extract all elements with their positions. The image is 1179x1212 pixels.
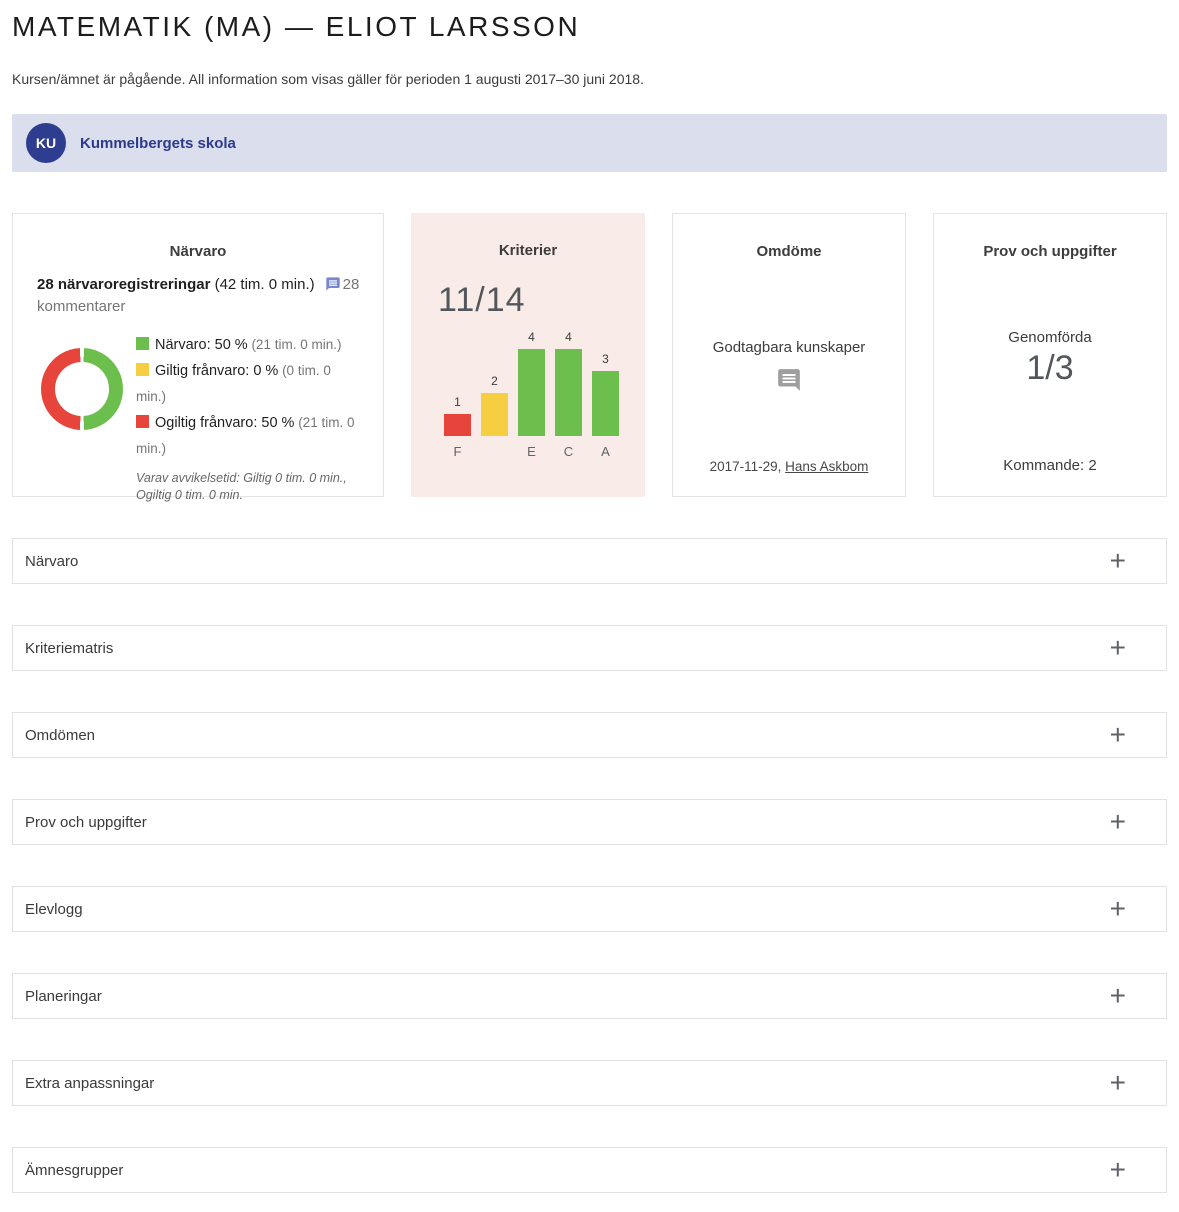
accordion-label: Extra anpassningar — [25, 1074, 155, 1092]
plus-icon[interactable]: + — [1110, 895, 1126, 923]
accordion-row-planeringar[interactable]: Planeringar + — [12, 973, 1167, 1019]
school-name: Kummelbergets skola — [80, 134, 236, 152]
assessment-comment-icon — [673, 367, 905, 398]
criteria-score: 11/14 — [438, 281, 526, 319]
card-assessment[interactable]: Omdöme Godtagbara kunskaper 2017-11-29, … — [672, 213, 906, 497]
bar-value: 4 — [565, 330, 572, 344]
comment-count-icon[interactable] — [315, 276, 343, 293]
plus-icon[interactable]: + — [1110, 1069, 1126, 1097]
criteria-bar — [481, 392, 508, 436]
accordion-row-kriteriematris[interactable]: Kriteriematris + — [12, 625, 1167, 671]
criteria-chart: 1 F 2 4 E 4 C 3 A — [411, 330, 645, 461]
bar-letter: E — [527, 444, 536, 459]
accordion: Närvaro + Kriteriematris + Omdömen + Pro… — [12, 538, 1167, 1193]
attendance-legend: Närvaro: 50 % (21 tim. 0 min.) Giltig fr… — [136, 332, 360, 504]
bar-value: 1 — [454, 395, 461, 410]
page-title: MATEMATIK (MA) — ELIOT LARSSON — [12, 11, 581, 42]
legend-swatch — [136, 415, 149, 428]
plus-icon[interactable]: + — [1110, 808, 1126, 836]
attendance-comments-label[interactable]: kommentarer — [37, 298, 125, 315]
accordion-row-amnesgrupper[interactable]: Ämnesgrupper + — [12, 1147, 1167, 1193]
tests-title: Prov och uppgifter — [983, 243, 1117, 260]
accordion-row-omdomen[interactable]: Omdömen + — [12, 712, 1167, 758]
summary-cards: Närvaro 28 närvaroregistreringar (42 tim… — [12, 213, 1167, 502]
bar-letter — [481, 436, 508, 461]
accordion-label: Kriteriematris — [25, 639, 114, 657]
accordion-label: Närvaro — [25, 552, 79, 570]
accordion-label: Omdömen — [25, 726, 96, 744]
legend-swatch — [136, 363, 149, 376]
assessment-footer: 2017-11-29, Hans Askbom — [673, 459, 905, 474]
page-subtitle: Kursen/ämnet är pågående. All informatio… — [12, 71, 644, 87]
legend-item: Närvaro: 50 % (21 tim. 0 min.) — [136, 332, 360, 358]
criteria-bar — [555, 349, 582, 436]
criteria-title: Kriterier — [498, 242, 558, 259]
accordion-row-prov-och-uppgifter[interactable]: Prov och uppgifter + — [12, 799, 1167, 845]
attendance-title: Närvaro — [169, 243, 227, 260]
bar-column: 2 — [481, 330, 508, 461]
assessment-author-link[interactable]: Hans Askbom — [785, 459, 868, 474]
bar-letter: F — [453, 444, 462, 459]
card-criteria[interactable]: Kriterier 11/14 1 F 2 4 E 4 C 3 A — [411, 213, 645, 497]
school-banner: KU Kummelbergets skola — [12, 114, 1167, 172]
attendance-stats: 28 närvaroregistreringar (42 tim. 0 min.… — [37, 274, 363, 318]
criteria-bar — [592, 370, 619, 436]
tests-completed-label: Genomförda — [1008, 329, 1092, 346]
bar-value: 3 — [602, 351, 609, 366]
bar-value: 2 — [491, 373, 498, 388]
plus-icon[interactable]: + — [1110, 634, 1126, 662]
legend-label: Närvaro: 50 % — [155, 337, 248, 353]
accordion-label: Prov och uppgifter — [25, 813, 147, 831]
bar-value: 4 — [528, 330, 535, 344]
legend-label: Giltig frånvaro: 0 % — [155, 363, 279, 379]
plus-icon[interactable]: + — [1110, 547, 1126, 575]
tests-completed-value: 1/3 — [1026, 349, 1074, 387]
deviation-note: Varav avvikelsetid: Giltig 0 tim. 0 min.… — [136, 471, 347, 502]
card-tests[interactable]: Prov och uppgifter Genomförda 1/3 Komman… — [933, 213, 1167, 497]
legend-swatch — [136, 337, 149, 350]
attendance-registrations-detail: (42 tim. 0 min.) — [210, 276, 315, 293]
accordion-label: Planeringar — [25, 987, 102, 1005]
attendance-registrations: 28 närvaroregistreringar — [37, 276, 211, 293]
legend-detail: (21 tim. 0 min.) — [247, 337, 342, 352]
assessment-date: 2017-11-29, — [709, 459, 782, 474]
bar-column: 3 A — [592, 330, 619, 461]
plus-icon[interactable]: + — [1110, 1156, 1126, 1184]
assessment-title: Omdöme — [756, 243, 822, 260]
accordion-row-narvaro[interactable]: Närvaro + — [12, 538, 1167, 584]
accordion-row-elevlogg[interactable]: Elevlogg + — [12, 886, 1167, 932]
bar-letter: A — [601, 444, 610, 459]
tests-upcoming: Kommande: 2 — [1003, 457, 1097, 474]
legend-item: Ogiltig frånvaro: 50 % (21 tim. 0 min.) — [136, 410, 360, 462]
accordion-label: Ämnesgrupper — [25, 1161, 124, 1179]
criteria-bar — [518, 349, 545, 436]
donut-hole — [55, 362, 109, 416]
plus-icon[interactable]: + — [1110, 721, 1126, 749]
attendance-donut — [41, 348, 123, 430]
bar-column: 4 C — [555, 330, 582, 461]
bar-column: 4 E — [518, 330, 545, 461]
legend-label: Ogiltig frånvaro: 50 % — [155, 415, 295, 431]
attendance-chart: Närvaro: 50 % (21 tim. 0 min.) Giltig fr… — [13, 332, 383, 504]
assessment-value: Godtagbara kunskaper — [712, 339, 866, 356]
page-container: MATEMATIK (MA) — ELIOT LARSSON Kursen/äm… — [0, 12, 1179, 1193]
legend-item: Giltig frånvaro: 0 % (0 tim. 0 min.) — [136, 358, 360, 410]
school-avatar: KU — [26, 123, 66, 163]
plus-icon[interactable]: + — [1110, 982, 1126, 1010]
card-attendance[interactable]: Närvaro 28 närvaroregistreringar (42 tim… — [12, 213, 384, 502]
bar-column: 1 F — [444, 330, 471, 461]
bar-letter: C — [563, 444, 574, 459]
attendance-comments-count[interactable]: 28 — [343, 276, 360, 293]
criteria-bar — [444, 414, 471, 436]
accordion-label: Elevlogg — [25, 900, 83, 918]
accordion-row-extra-anpassningar[interactable]: Extra anpassningar + — [12, 1060, 1167, 1106]
